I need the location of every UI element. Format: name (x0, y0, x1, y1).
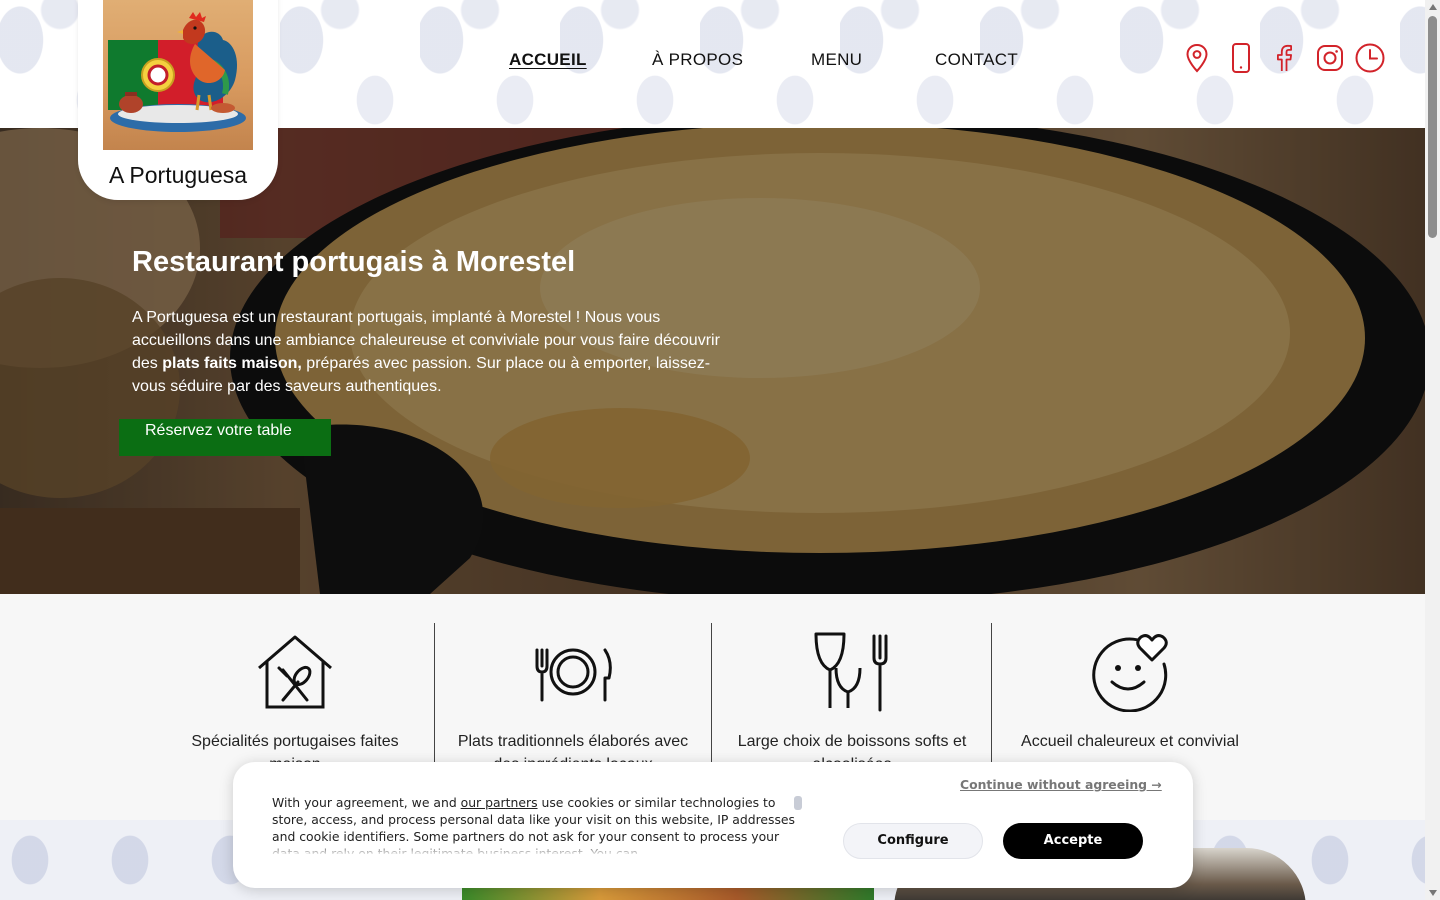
hero-text-bold: plats faits maison, (162, 355, 302, 372)
cookie-text-scrollbar[interactable] (794, 796, 802, 810)
nav-accueil[interactable]: ACCUEIL (509, 50, 587, 74)
feature-label: Accueil chaleureux et convivial (1021, 733, 1239, 750)
nav-menu[interactable]: MENU (811, 50, 862, 74)
cookie-text-fade (272, 842, 812, 856)
map-pin-icon[interactable] (1181, 42, 1213, 74)
cookie-text-part: With your agreement, we and (272, 795, 461, 810)
scroll-down-arrow-icon[interactable] (1429, 890, 1437, 896)
phone-icon[interactable] (1225, 42, 1257, 74)
brand-name: A Portuguesa (108, 162, 248, 188)
scroll-up-arrow-icon[interactable] (1429, 4, 1437, 10)
hero-title: Restaurant portugais à Morestel (132, 246, 576, 278)
feature-drinks: Large choix de boissons softs et alcooli… (722, 632, 982, 776)
feature-homemade: Spécialités portugaises faites maison (172, 632, 418, 776)
feature-divider (991, 623, 992, 773)
nav-a-propos[interactable]: À PROPOS (652, 50, 743, 74)
rooster-logo-image (103, 0, 253, 150)
feature-welcome: Accueil chaleureux et convivial (1004, 632, 1256, 753)
instagram-icon[interactable] (1314, 42, 1346, 74)
our-partners-link[interactable]: our partners (461, 795, 538, 810)
clock-icon[interactable] (1354, 42, 1386, 74)
facebook-icon[interactable] (1268, 42, 1300, 74)
feature-divider (434, 623, 435, 773)
cookie-consent-banner: Continue without agreeing → With your ag… (233, 762, 1193, 888)
house-cutlery-icon (258, 635, 332, 709)
glasses-fork-icon (814, 632, 888, 712)
feature-divider (711, 623, 712, 773)
plate-cutlery-icon (535, 648, 612, 702)
scrollbar-thumb[interactable] (1428, 16, 1437, 238)
logo-card[interactable]: A Portuguesa (78, 0, 278, 200)
feature-traditional: Plats traditionnels élaborés avec des in… (455, 632, 691, 776)
configure-button[interactable]: Configure (843, 823, 983, 859)
continue-without-agreeing-link[interactable]: Continue without agreeing → (960, 777, 1162, 792)
reserve-table-button[interactable]: Réservez votre table (119, 419, 331, 456)
hero-description: A Portuguesa est un restaurant portugais… (132, 306, 732, 398)
accept-button[interactable]: Accepte (1003, 823, 1143, 859)
nav-contact[interactable]: CONTACT (935, 50, 1018, 74)
smiley-heart-icon (1092, 634, 1168, 712)
page-scrollbar[interactable] (1425, 0, 1440, 900)
